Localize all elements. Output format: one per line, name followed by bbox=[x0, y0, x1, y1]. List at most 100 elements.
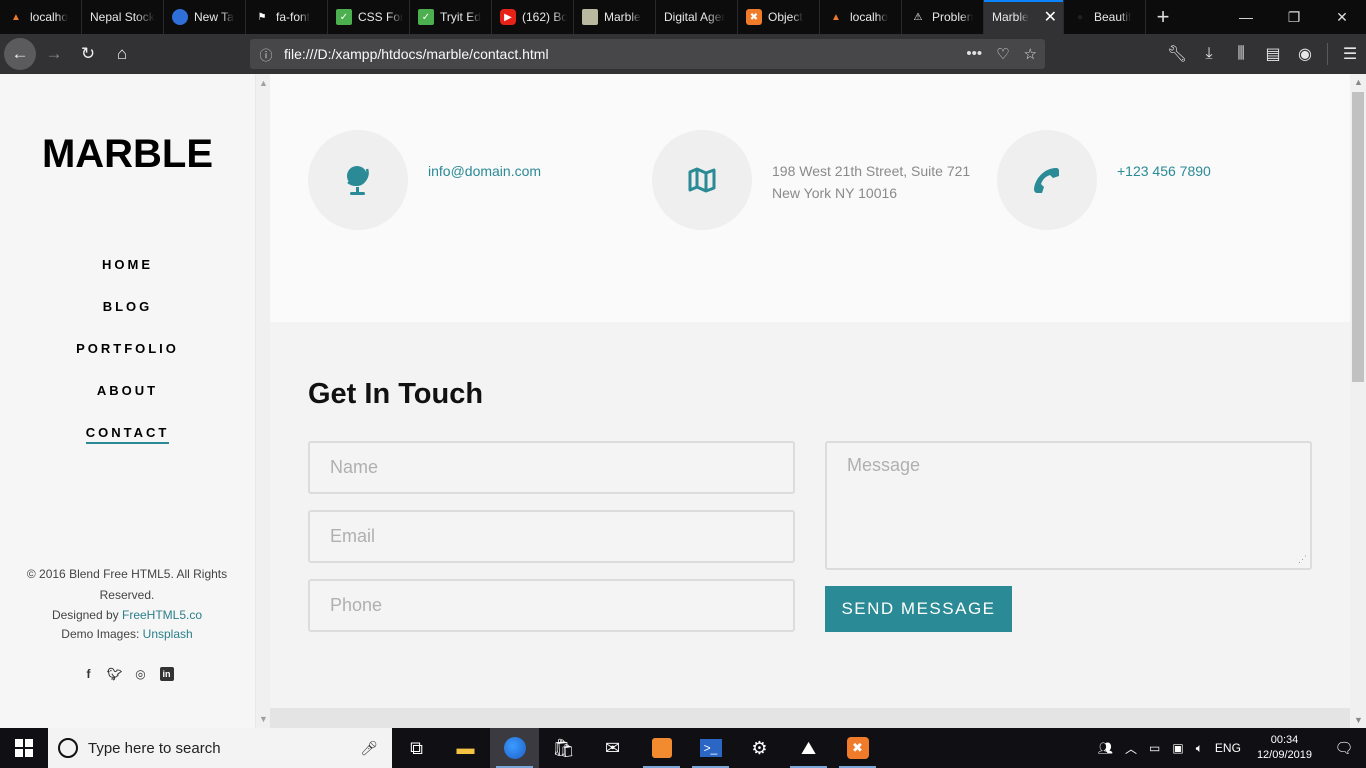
taskbar-search[interactable]: Type here to search 🎤︎ bbox=[48, 728, 392, 768]
tab-marble-1[interactable]: Marble bbox=[574, 0, 656, 34]
windows-taskbar: Type here to search 🎤︎ ⧉ ▬ 🛍︎ ✉ >_ ⚙ ⛰ ✖… bbox=[0, 728, 1366, 768]
menu-item-home[interactable]: HOME bbox=[0, 257, 255, 299]
instagram-icon[interactable]: ◎ bbox=[134, 667, 148, 681]
file-explorer-icon[interactable]: ▬ bbox=[441, 728, 490, 768]
scroll-down-icon[interactable]: ▼ bbox=[259, 714, 268, 724]
tab-nepal-stock[interactable]: Nepal Stock bbox=[82, 0, 164, 34]
page-actions-icon[interactable]: ••• bbox=[966, 45, 982, 63]
send-message-button[interactable]: SEND MESSAGE bbox=[825, 586, 1012, 632]
settings-icon[interactable]: ⚙ bbox=[735, 728, 784, 768]
network-icon[interactable]: ▣ bbox=[1166, 741, 1189, 755]
windows-start-button[interactable] bbox=[0, 728, 48, 768]
message-textarea[interactable]: Message ⋰ bbox=[825, 441, 1312, 570]
reload-button[interactable]: ↻ bbox=[72, 38, 104, 70]
facebook-icon[interactable]: f bbox=[82, 667, 96, 681]
tab-digital-agency[interactable]: Digital Ager bbox=[656, 0, 738, 34]
xampp-icon: ▲ bbox=[831, 11, 841, 23]
menu-item-about[interactable]: ABOUT bbox=[0, 383, 255, 425]
battery-icon[interactable]: ▭ bbox=[1143, 741, 1166, 755]
taskbar-apps: ⧉ ▬ 🛍︎ ✉ >_ ⚙ ⛰ ✖ bbox=[392, 728, 882, 768]
tab-problem[interactable]: ⚠ Problen bbox=[902, 0, 984, 34]
restore-icon[interactable]: ❐ bbox=[1270, 0, 1318, 34]
sidebar-toggle-icon[interactable]: ▤ bbox=[1257, 44, 1289, 64]
flag-icon: ⚑ bbox=[257, 11, 267, 23]
user-icon: ● bbox=[1076, 11, 1084, 23]
tab-beautiful[interactable]: ● Beautif bbox=[1064, 0, 1146, 34]
forward-button[interactable]: → bbox=[38, 38, 70, 70]
back-button[interactable]: ← bbox=[4, 38, 36, 70]
download-icon[interactable]: ⤓ bbox=[1193, 45, 1225, 63]
notification-icon[interactable]: 🗨︎ bbox=[1322, 739, 1366, 757]
tab-localhost-2[interactable]: ▲ localho bbox=[820, 0, 902, 34]
image-icon bbox=[582, 9, 598, 25]
sublime-text-icon[interactable] bbox=[637, 728, 686, 768]
pocket-icon[interactable]: ♡ bbox=[996, 45, 1009, 63]
tab-object[interactable]: ✖ Object bbox=[738, 0, 820, 34]
close-icon[interactable]: ✕ bbox=[1044, 7, 1057, 27]
browser-tab-bar: ▲ localho Nepal Stock New Ta ⚑ fa-font ✓ CS… bbox=[0, 0, 1366, 34]
tab-new-tab[interactable]: New Ta bbox=[164, 0, 246, 34]
menu-item-blog[interactable]: BLOG bbox=[0, 299, 255, 341]
name-input[interactable]: Name bbox=[308, 441, 795, 494]
menu-icon[interactable]: ☰ bbox=[1334, 44, 1366, 64]
people-icon[interactable]: 👥︎ bbox=[1092, 741, 1119, 755]
tab-tryit-editor[interactable]: ✓ Tryit Ed bbox=[410, 0, 492, 34]
wrench-icon[interactable]: 🔧︎ bbox=[1161, 44, 1193, 64]
twitter-icon[interactable]: 🐦︎ bbox=[107, 667, 122, 681]
close-window-icon[interactable]: ✕ bbox=[1318, 0, 1366, 34]
email-link[interactable]: info@domain.com bbox=[428, 160, 541, 182]
linkedin-icon[interactable]: in bbox=[159, 667, 174, 681]
tray-chevron-icon[interactable]: ︿ bbox=[1119, 740, 1143, 757]
email-input[interactable]: Email bbox=[308, 510, 795, 563]
xampp-taskbar-icon[interactable]: ✖ bbox=[833, 728, 882, 768]
phone-link[interactable]: +123 456 7890 bbox=[1117, 160, 1211, 182]
tab-marble-active[interactable]: Marble ✕ bbox=[984, 0, 1064, 34]
volume-icon[interactable]: 🔈︎ bbox=[1190, 741, 1209, 756]
bookmark-star-icon[interactable]: ☆ bbox=[1024, 45, 1037, 63]
menu-item-portfolio[interactable]: PORTFOLIO bbox=[0, 341, 255, 383]
tab-css-for[interactable]: ✓ CSS For bbox=[328, 0, 410, 34]
photos-icon[interactable]: ⛰ bbox=[784, 728, 833, 768]
language-indicator[interactable]: ENG bbox=[1209, 741, 1247, 755]
site-logo[interactable]: MARBLE bbox=[0, 132, 255, 177]
scroll-up-icon[interactable]: ▲ bbox=[259, 78, 268, 88]
new-tab-button[interactable]: + bbox=[1146, 0, 1180, 34]
chart-icon: ✓ bbox=[336, 9, 352, 25]
library-icon[interactable]: ⫼ bbox=[1225, 45, 1257, 63]
menu-item-contact[interactable]: CONTACT bbox=[0, 425, 255, 467]
home-button[interactable]: ⌂ bbox=[106, 38, 138, 70]
tab-fa-font[interactable]: ⚑ fa-font bbox=[246, 0, 328, 34]
resize-grip-icon[interactable]: ⋰ bbox=[1298, 554, 1307, 565]
page-scroll-down-icon[interactable]: ▼ bbox=[1354, 715, 1363, 725]
account-icon[interactable]: ◉ bbox=[1289, 44, 1321, 64]
minimize-icon[interactable]: — bbox=[1222, 0, 1270, 34]
toolbar-divider bbox=[1327, 43, 1328, 65]
url-text[interactable]: file:///D:/xampp/htdocs/marble/contact.h… bbox=[284, 46, 549, 62]
info-icon[interactable]: ⓘ bbox=[252, 45, 280, 64]
unsplash-link[interactable]: Unsplash bbox=[143, 627, 193, 641]
store-icon[interactable]: 🛍︎ bbox=[539, 728, 588, 768]
windows-logo-icon bbox=[15, 739, 33, 757]
firefox-taskbar-icon[interactable] bbox=[490, 728, 539, 768]
address-info: 198 West 21th Street, Suite 721 New York… bbox=[652, 130, 970, 230]
powershell-icon[interactable]: >_ bbox=[686, 728, 735, 768]
mail-icon[interactable]: ✉ bbox=[588, 728, 637, 768]
clock[interactable]: 00:34 12/09/2019 bbox=[1247, 733, 1322, 763]
freehtml5-link[interactable]: FreeHTML5.co bbox=[122, 608, 202, 622]
chart-icon: ✓ bbox=[418, 9, 434, 25]
tab-youtube[interactable]: ▶ (162) Bo bbox=[492, 0, 574, 34]
phone-input[interactable]: Phone bbox=[308, 579, 795, 632]
page-scrollbar[interactable]: ▲ ▼ bbox=[1350, 74, 1366, 728]
task-view-icon[interactable]: ⧉ bbox=[392, 728, 441, 768]
cortana-icon bbox=[58, 738, 78, 758]
scrollbar-thumb[interactable] bbox=[1352, 92, 1364, 382]
map-icon bbox=[688, 167, 716, 193]
page-scroll-up-icon[interactable]: ▲ bbox=[1354, 77, 1363, 87]
sidebar-scrollbar[interactable]: ▲ ▼ bbox=[255, 74, 270, 728]
url-bar[interactable]: ⓘ file:///D:/xampp/htdocs/marble/contact… bbox=[250, 39, 1045, 69]
email-icon-circle bbox=[308, 130, 408, 230]
search-placeholder: Type here to search bbox=[88, 739, 221, 757]
microphone-icon[interactable]: 🎤︎ bbox=[360, 740, 378, 757]
warning-icon: ⚠ bbox=[913, 11, 923, 23]
tab-localhost-1[interactable]: ▲ localho bbox=[0, 0, 82, 34]
